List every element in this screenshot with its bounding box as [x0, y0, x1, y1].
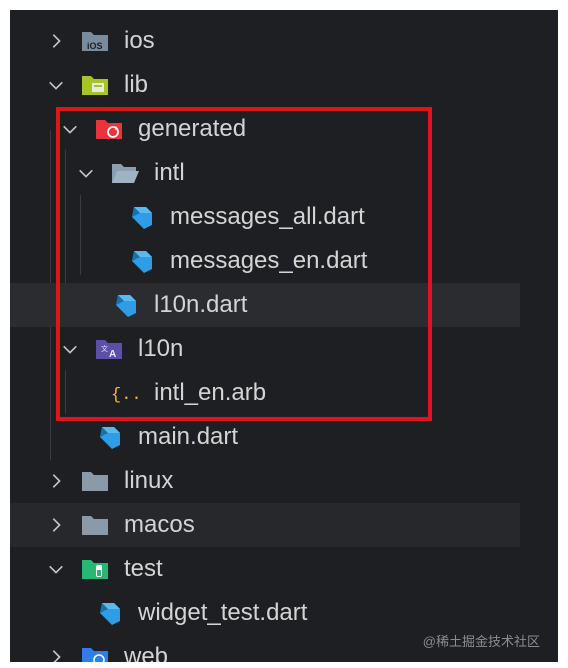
tree-item-label: web [124, 643, 169, 662]
chevron-right-icon[interactable] [46, 515, 66, 535]
lib-folder-icon [80, 71, 110, 99]
svg-text:iOS: iOS [87, 41, 103, 51]
dart-file-icon [94, 423, 124, 451]
folder-icon [80, 511, 110, 539]
chevron-right-icon[interactable] [46, 647, 66, 662]
chevron-down-icon[interactable] [46, 559, 66, 579]
dart-file-icon [94, 599, 124, 627]
tree-item-label: macos [124, 511, 195, 538]
tree-item-label: test [124, 555, 163, 582]
tree-item-label: linux [124, 467, 174, 494]
watermark: @稀土掘金技术社区 [422, 634, 540, 649]
chevron-right-icon[interactable] [46, 31, 66, 51]
chevron-right-icon[interactable] [46, 471, 66, 491]
tree-item-label: ios [124, 27, 155, 54]
folder-icon [80, 467, 110, 495]
tree-item-ios[interactable]: iOS ios [10, 19, 520, 63]
highlight-annotation-box [56, 107, 432, 421]
chevron-down-icon[interactable] [46, 75, 66, 95]
tree-item-widget-test[interactable]: widget_test.dart [10, 591, 520, 635]
web-folder-icon [80, 643, 110, 662]
tree-item-test[interactable]: test [10, 547, 520, 591]
tree-item-macos[interactable]: macos [10, 503, 520, 547]
tree-item-label: widget_test.dart [138, 599, 308, 626]
tree-item-lib[interactable]: lib [10, 63, 520, 107]
tree-item-main-dart[interactable]: main.dart [10, 415, 520, 459]
tree-item-label: main.dart [138, 423, 239, 450]
test-folder-icon [80, 555, 110, 583]
tree-item-linux[interactable]: linux [10, 459, 520, 503]
ios-folder-icon: iOS [80, 27, 110, 55]
tree-item-label: lib [124, 71, 149, 98]
file-explorer: iOS ios lib generated intl messages_all.… [10, 10, 558, 662]
